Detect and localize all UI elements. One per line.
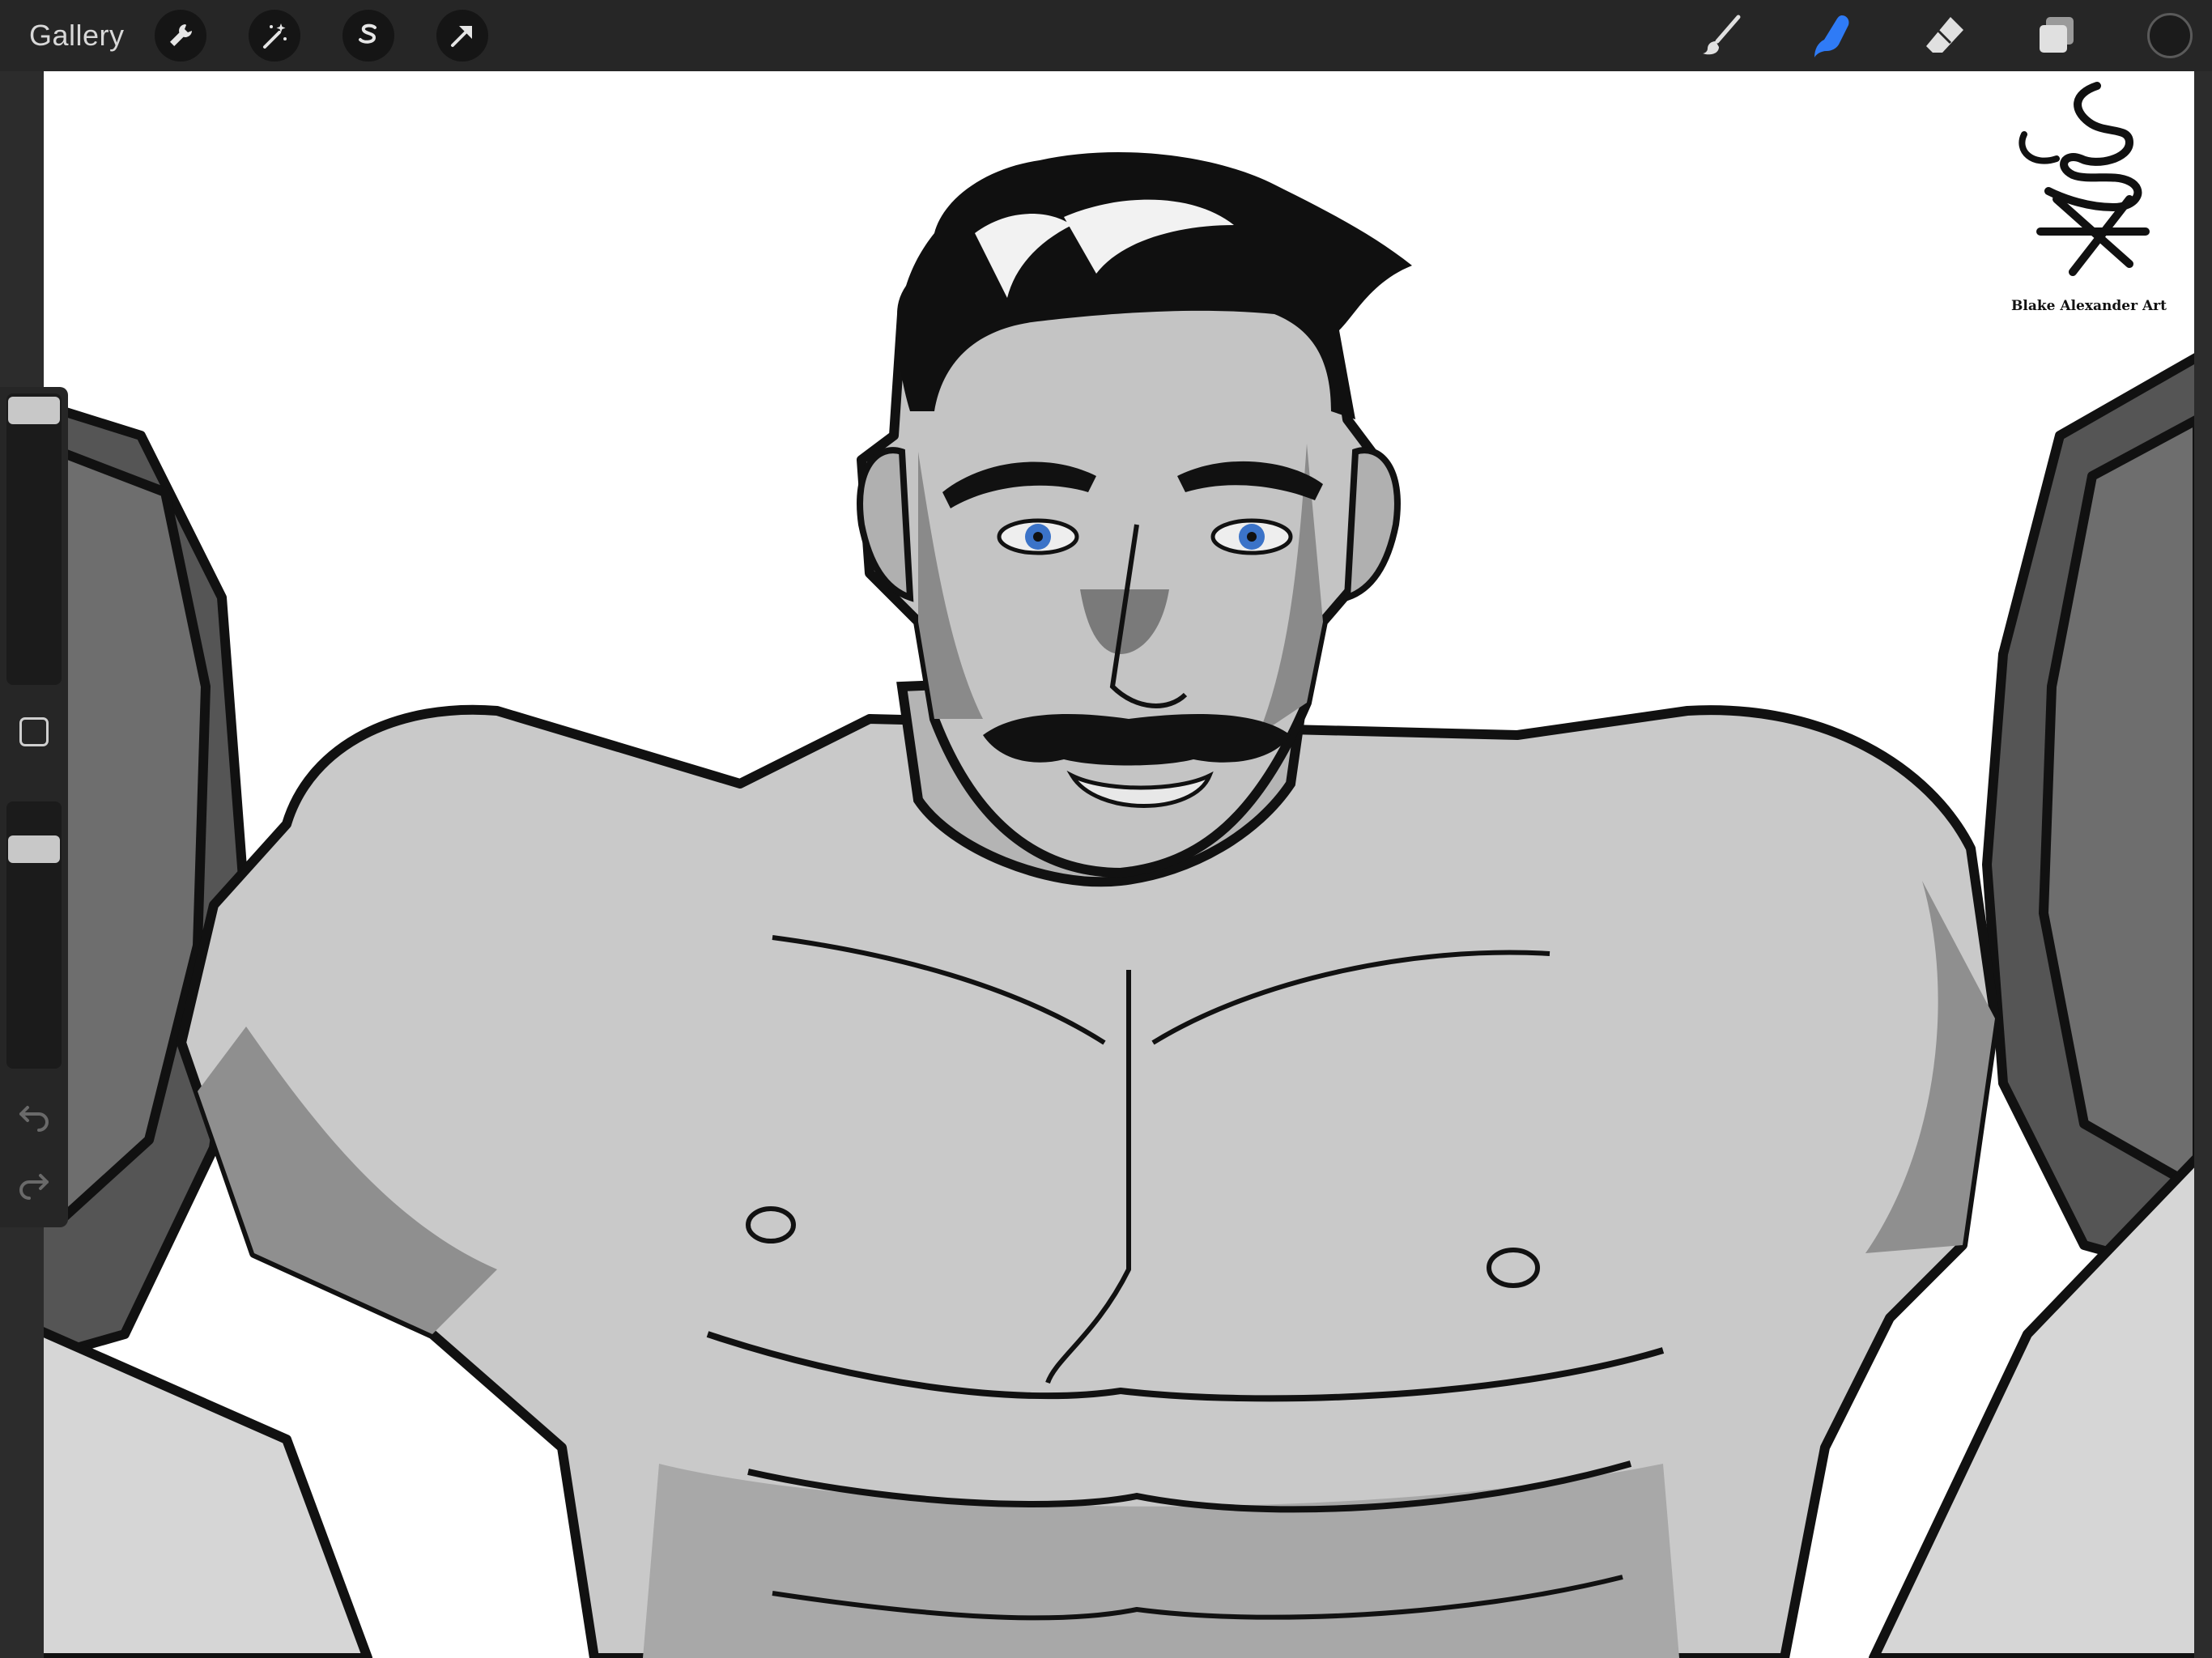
redo-icon[interactable]: [16, 1164, 52, 1200]
opacity-slider[interactable]: [6, 801, 62, 1069]
signature-logo: Blake Alexander Art: [2008, 78, 2170, 321]
color-picker-button[interactable]: [2147, 13, 2193, 58]
left-sidebar: [0, 387, 68, 1227]
eraser-icon[interactable]: [1919, 10, 1971, 62]
modify-button[interactable]: [19, 717, 49, 746]
gallery-button[interactable]: Gallery: [29, 15, 125, 57]
brush-icon[interactable]: [1695, 10, 1747, 62]
wrench-icon[interactable]: [155, 10, 206, 62]
layers-icon[interactable]: [2031, 10, 2082, 62]
brush-size-thumb[interactable]: [8, 397, 60, 424]
drawing-canvas[interactable]: Blake Alexander Art: [44, 71, 2194, 1658]
magic-wand-icon[interactable]: [249, 10, 300, 62]
undo-icon[interactable]: [16, 1096, 52, 1132]
top-toolbar: Gallery: [0, 0, 2212, 71]
smudge-icon[interactable]: [1807, 10, 1859, 62]
signature-text: Blake Alexander Art: [2011, 298, 2167, 314]
ba-monogram-logo: [2018, 82, 2150, 276]
arrow-transform-icon[interactable]: [436, 10, 488, 62]
brush-size-slider[interactable]: [6, 393, 62, 685]
opacity-thumb[interactable]: [8, 835, 60, 863]
canvas-area: Blake Alexander Art: [0, 71, 2212, 1658]
selection-s-icon[interactable]: [342, 10, 394, 62]
artwork: [44, 152, 2194, 1658]
